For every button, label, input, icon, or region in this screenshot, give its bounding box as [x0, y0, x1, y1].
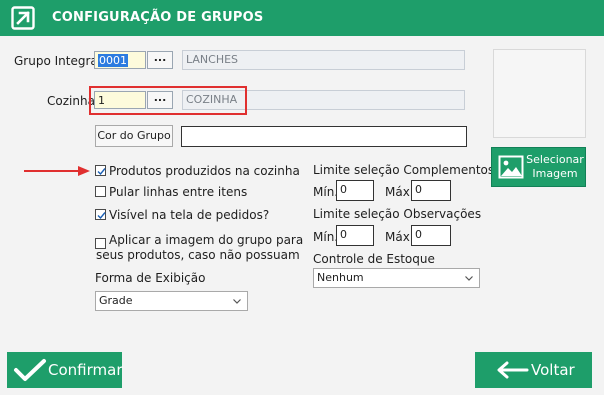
- complementos-min-input[interactable]: 0: [336, 180, 374, 201]
- window-title: CONFIGURAÇÃO DE GRUPOS: [52, 10, 264, 25]
- chevron-down-icon: [233, 299, 241, 304]
- checkmark-icon: [97, 212, 106, 220]
- image-icon: [498, 155, 524, 179]
- pular-linhas-label[interactable]: Pular linhas entre itens: [109, 185, 247, 199]
- aplicar-imagem-label-line2[interactable]: seus produtos, caso não possuam: [96, 248, 300, 262]
- forma-exibicao-label: Forma de Exibição: [95, 271, 206, 285]
- grupo-integra-code-value: 0001: [98, 54, 128, 67]
- grupo-integra-lookup-button[interactable]: ...: [147, 51, 173, 69]
- forma-exibicao-select[interactable]: Grade: [95, 291, 248, 311]
- grupo-integra-name-field: LANCHES: [182, 50, 465, 70]
- observacoes-max-input[interactable]: 0: [411, 225, 451, 246]
- voltar-button[interactable]: Voltar: [475, 352, 592, 388]
- selecionar-imagem-button[interactable]: Selecionar Imagem: [491, 147, 586, 187]
- grupo-integra-code-input[interactable]: 0001: [94, 51, 146, 69]
- complementos-label: Limite seleção Complementos: [313, 163, 495, 177]
- forma-exibicao-value: Grade: [99, 294, 133, 307]
- produtos-cozinha-checkbox[interactable]: [95, 165, 106, 176]
- arrow-left-icon: [497, 361, 529, 379]
- red-arrow-icon: [24, 166, 90, 176]
- checkmark-icon: [14, 359, 46, 381]
- complementos-max-label: Máx.: [385, 185, 414, 199]
- confirmar-label: Confirmar: [48, 361, 123, 379]
- title-bar: CONFIGURAÇÃO DE GRUPOS: [0, 0, 604, 36]
- group-image-preview: [493, 49, 586, 138]
- visivel-pedidos-label[interactable]: Visível na tela de pedidos?: [109, 208, 269, 222]
- voltar-label: Voltar: [531, 361, 575, 379]
- controle-estoque-label: Controle de Estoque: [313, 252, 435, 266]
- observacoes-max-label: Máx.: [385, 230, 414, 244]
- complementos-max-input[interactable]: 0: [411, 180, 451, 201]
- aplicar-imagem-label-line1[interactable]: Aplicar a imagem do grupo para: [109, 233, 303, 247]
- chevron-down-icon: [465, 276, 473, 281]
- confirmar-button[interactable]: Confirmar: [7, 352, 122, 388]
- complementos-min-label: Mín.: [313, 185, 339, 199]
- selecionar-imagem-line1: Selecionar: [526, 153, 584, 166]
- selecionar-imagem-line2: Imagem: [532, 167, 578, 180]
- observacoes-label: Limite seleção Observações: [313, 207, 482, 221]
- controle-estoque-select[interactable]: Nenhum: [313, 268, 480, 288]
- observacoes-min-label: Mín.: [313, 230, 339, 244]
- app-logo-icon: [11, 6, 35, 30]
- grupo-integra-label: Grupo Integra:: [14, 54, 102, 68]
- cor-do-grupo-button[interactable]: Cor do Grupo: [95, 125, 173, 147]
- checkmark-icon: [97, 168, 106, 176]
- controle-estoque-value: Nenhum: [317, 271, 364, 284]
- pular-linhas-checkbox[interactable]: [95, 186, 106, 197]
- produtos-cozinha-label[interactable]: Produtos produzidos na cozinha: [109, 164, 300, 178]
- observacoes-min-input[interactable]: 0: [336, 225, 374, 246]
- visivel-pedidos-checkbox[interactable]: [95, 209, 106, 220]
- cor-do-grupo-field[interactable]: [181, 126, 467, 147]
- cozinha-highlight-box: [89, 86, 247, 115]
